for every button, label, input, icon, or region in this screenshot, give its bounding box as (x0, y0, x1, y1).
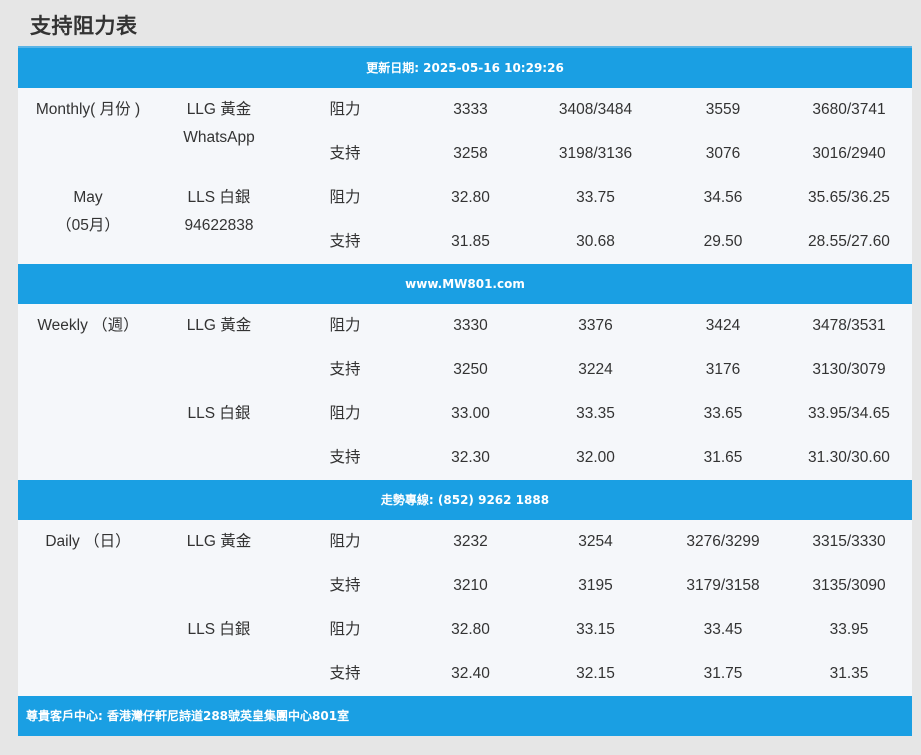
row-type-label: 阻力 (329, 533, 361, 550)
table-cell: 32.00 (576, 449, 615, 466)
table-cell: 31.35 (829, 665, 869, 682)
table-cell: 32.40 (451, 665, 490, 682)
row-type-label: 支持 (329, 449, 361, 466)
table-cell: 3250 (453, 361, 488, 378)
table-cell: 32.30 (451, 449, 490, 466)
website-banner: www.MW801.com (18, 264, 912, 304)
table-cell: 31.65 (703, 449, 743, 466)
table-row: 支持 31.85 30.68 29.50 28.55/27.60 (18, 220, 912, 264)
monthly-section: Monthly( 月份 ) May （05月） LLG 黃金 WhatsApp … (18, 88, 912, 264)
table-row: 阻力 32.80 33.15 33.45 33.95 (18, 608, 912, 652)
table-cell: 30.68 (576, 233, 615, 250)
table-cell: 3224 (578, 361, 613, 378)
table-cell: 28.55/27.60 (808, 233, 890, 250)
table-cell: 3478/3531 (812, 317, 886, 334)
table-row: 阻力 32.80 33.75 34.56 35.65/36.25 (18, 176, 912, 220)
address-banner: 尊貴客戶中心: 香港灣仔軒尼詩道288號英皇集團中心801室 (18, 696, 912, 736)
table-cell: 3276/3299 (686, 533, 760, 550)
table-row: 阻力 3330 3376 3424 3478/3531 (18, 304, 912, 348)
table-cell: 3254 (578, 533, 613, 550)
table-cell: 3179/3158 (686, 577, 760, 594)
weekly-section: Weekly （週） LLG 黃金 LLS 白銀 阻力 3330 3376 34… (18, 304, 912, 480)
row-type-label: 阻力 (329, 101, 361, 118)
table-row: 支持 3258 3198/3136 3076 3016/2940 (18, 132, 912, 176)
table-cell: 33.15 (576, 621, 615, 638)
table-cell: 33.95/34.65 (808, 405, 890, 422)
row-type-label: 支持 (329, 577, 361, 594)
row-type-label: 阻力 (329, 317, 361, 334)
table-cell: 3130/3079 (812, 361, 886, 378)
table-cell: 3680/3741 (812, 101, 886, 118)
table-row: 支持 3210 3195 3179/3158 3135/3090 (18, 564, 912, 608)
table-cell: 32.80 (451, 189, 490, 206)
table-cell: 33.45 (703, 621, 743, 638)
table-cell: 3198/3136 (558, 145, 633, 162)
row-type-label: 阻力 (329, 621, 361, 638)
table-cell: 32.15 (576, 665, 615, 682)
table-cell: 3559 (705, 101, 741, 118)
row-type-label: 支持 (329, 665, 361, 682)
table-row: 支持 32.40 32.15 31.75 31.35 (18, 652, 912, 696)
table-row: 阻力 3333 3408/3484 3559 3680/3741 (18, 88, 912, 132)
table-cell: 29.50 (703, 233, 743, 250)
daily-section: Daily （日） LLG 黃金 LLS 白銀 阻力 3232 3254 327… (18, 520, 912, 696)
support-resistance-table: 更新日期: 2025-05-16 10:29:26 Monthly( 月份 ) … (18, 46, 912, 736)
table-cell: 31.30/30.60 (808, 449, 890, 466)
table-cell: 35.65/36.25 (808, 189, 890, 206)
table-cell: 3016/2940 (812, 145, 886, 162)
update-date-banner: 更新日期: 2025-05-16 10:29:26 (18, 48, 912, 88)
table-cell: 3333 (453, 101, 488, 118)
row-type-label: 支持 (329, 233, 361, 250)
table-row: 支持 32.30 32.00 31.65 31.30/30.60 (18, 436, 912, 480)
table-cell: 34.56 (703, 189, 743, 206)
table-cell: 3315/3330 (812, 533, 886, 550)
row-type-label: 支持 (329, 361, 361, 378)
table-cell: 32.80 (451, 621, 490, 638)
table-cell: 3424 (705, 317, 741, 334)
table-cell: 31.85 (451, 233, 490, 250)
table-cell: 3330 (453, 317, 488, 334)
table-row: 支持 3250 3224 3176 3130/3079 (18, 348, 912, 392)
table-cell: 3376 (578, 317, 613, 334)
hotline-banner: 走勢專線: (852) 9262 1888 (18, 480, 912, 520)
table-cell: 33.95 (829, 621, 869, 638)
table-cell: 3258 (453, 145, 488, 162)
row-type-label: 阻力 (329, 405, 361, 422)
table-cell: 3135/3090 (812, 577, 886, 594)
table-cell: 3210 (453, 577, 488, 594)
table-cell: 3176 (705, 361, 741, 378)
table-cell: 3076 (705, 145, 741, 162)
table-cell: 3408/3484 (558, 101, 633, 118)
table-cell: 33.35 (576, 405, 615, 422)
table-row: 阻力 33.00 33.35 33.65 33.95/34.65 (18, 392, 912, 436)
page-title: 支持阻力表 (30, 14, 138, 38)
table-row: 阻力 3232 3254 3276/3299 3315/3330 (18, 520, 912, 564)
row-type-label: 阻力 (329, 189, 361, 206)
table-cell: 33.65 (703, 405, 743, 422)
table-cell: 31.75 (703, 665, 743, 682)
table-cell: 3232 (453, 533, 488, 550)
row-type-label: 支持 (329, 145, 361, 162)
table-cell: 3195 (578, 577, 613, 594)
table-cell: 33.75 (576, 189, 615, 206)
table-cell: 33.00 (451, 405, 490, 422)
